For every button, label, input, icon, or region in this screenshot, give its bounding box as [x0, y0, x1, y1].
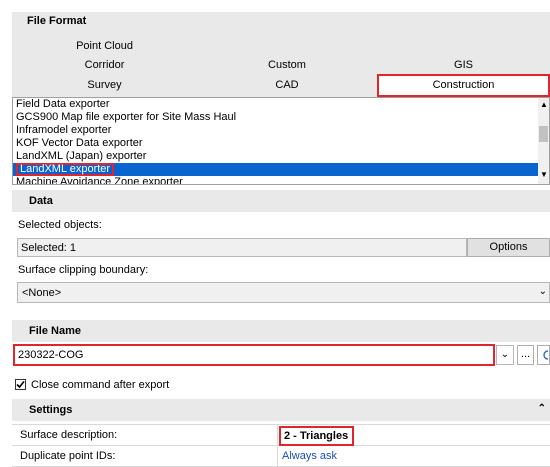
browse-button[interactable]: ... — [517, 345, 534, 365]
list-item[interactable]: GCS900 Map file exporter for Site Mass H… — [13, 111, 549, 124]
tab-point-cloud[interactable]: Point Cloud — [12, 37, 197, 55]
scroll-down-icon[interactable]: ▼ — [540, 171, 548, 179]
selected-objects-value: Selected: 1 — [21, 242, 77, 254]
selected-objects-field: Selected: 1 — [17, 238, 467, 257]
surface-clipping-value: <None> — [22, 287, 62, 299]
row-divider — [277, 446, 278, 467]
list-item[interactable]: Field Data exporter — [13, 98, 549, 111]
data-title: Data — [29, 195, 53, 207]
settings-row-surface-description: Surface description: 2 - Triangles — [12, 424, 550, 447]
selected-exporter-label: LandXML exporter — [16, 163, 115, 176]
collapse-icon[interactable]: ⌃ — [538, 403, 546, 414]
file-name-title: File Name — [29, 325, 81, 337]
close-after-export-checkbox[interactable] — [15, 379, 26, 390]
duplicate-ids-label: Duplicate point IDs: — [20, 450, 116, 462]
list-item[interactable]: Inframodel exporter — [13, 124, 549, 137]
chevron-down-icon[interactable]: ⌄ — [539, 286, 547, 297]
tab-gis[interactable]: GIS — [377, 56, 550, 74]
selected-objects-label: Selected objects: — [18, 219, 102, 231]
tab-custom[interactable]: Custom — [197, 56, 377, 74]
surface-clipping-label: Surface clipping boundary: — [18, 264, 149, 276]
options-button[interactable]: Options — [467, 238, 550, 257]
duplicate-ids-value[interactable]: Always ask — [282, 450, 337, 462]
tab-construction[interactable]: Construction — [377, 74, 550, 97]
settings-header: Settings ⌃ — [12, 399, 550, 421]
settings-title: Settings — [29, 404, 73, 416]
tab-corridor[interactable]: Corridor — [12, 56, 197, 74]
close-after-export-label[interactable]: Close command after export — [31, 379, 169, 391]
file-name-dropdown[interactable]: ⌄ — [496, 345, 514, 365]
settings-row-duplicate-ids: Duplicate point IDs: Always ask — [12, 446, 550, 467]
exporter-list[interactable]: Field Data exporter GCS900 Map file expo… — [12, 97, 550, 185]
data-header: Data — [12, 190, 550, 212]
file-name-header: File Name — [12, 320, 550, 342]
file-format-title: File Format — [27, 15, 87, 27]
surface-description-value[interactable]: 2 - Triangles — [279, 426, 354, 446]
surface-description-label: Surface description: — [20, 429, 118, 441]
list-item[interactable]: KOF Vector Data exporter — [13, 137, 549, 150]
list-item-selected[interactable]: LandXML exporter — [13, 163, 542, 176]
list-item[interactable]: LandXML (Japan) exporter — [13, 150, 549, 163]
file-name-value: 230322-COG — [18, 349, 84, 361]
scroll-up-icon[interactable]: ▲ — [540, 101, 548, 109]
new-file-button[interactable] — [537, 345, 550, 365]
scroll-thumb[interactable] — [539, 126, 548, 142]
checkbox-icon — [16, 380, 25, 389]
surface-clipping-select[interactable]: <None> ⌄ — [17, 282, 550, 303]
row-divider — [277, 425, 278, 447]
file-name-field[interactable]: 230322-COG — [13, 344, 495, 366]
chevron-down-icon: ⌄ — [500, 349, 510, 360]
tab-cad[interactable]: CAD — [197, 76, 377, 94]
refresh-icon — [543, 350, 549, 360]
tab-survey[interactable]: Survey — [12, 76, 197, 94]
list-item[interactable]: Machine Avoidance Zone exporter — [13, 176, 549, 184]
list-scrollbar[interactable]: ▲ ▼ — [538, 98, 549, 184]
